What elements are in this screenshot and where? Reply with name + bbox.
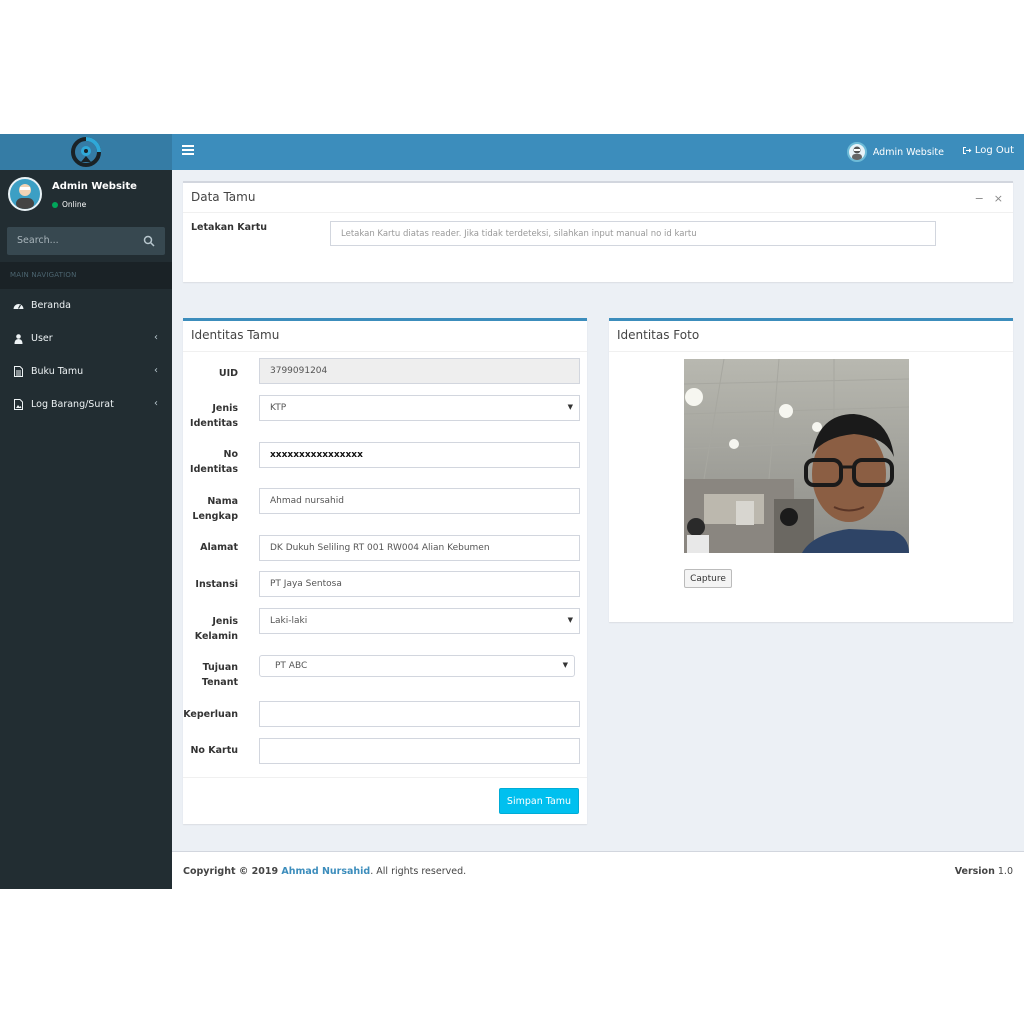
dashboard-icon	[13, 300, 24, 311]
label-line: Nama	[207, 496, 238, 507]
main-content: Data Tamu − × Letakan Kartu Letakan Kart…	[172, 170, 1024, 851]
chevron-left-icon: ‹	[154, 332, 158, 343]
box-tools: − ×	[975, 192, 1003, 205]
card-reader-input[interactable]: Letakan Kartu diatas reader. Jika tidak …	[330, 221, 936, 246]
footer-copyright: Copyright © 2019 Ahmad Nursahid. All rig…	[183, 866, 466, 877]
identitas-foto-title: Identitas Foto	[617, 328, 700, 342]
uid-field[interactable]: 3799091204	[259, 358, 580, 384]
chevron-left-icon: ‹	[154, 398, 158, 409]
sidebar-item-label: User	[31, 333, 53, 344]
jenis-kelamin-label: Jenis Kelamin	[183, 614, 238, 644]
tujuan-tenant-value: PT ABC	[275, 661, 308, 671]
sidebar-item-log-barang-surat[interactable]: Log Barang/Surat ‹	[0, 388, 172, 421]
footer-version: Version 1.0	[955, 866, 1013, 877]
close-icon[interactable]: ×	[994, 192, 1003, 205]
keperluan-label: Keperluan	[183, 709, 238, 720]
card-label: Letakan Kartu	[191, 222, 268, 233]
collapse-icon[interactable]: −	[975, 192, 984, 205]
sidebar-user-panel: Admin Website Online	[0, 170, 172, 220]
capture-button[interactable]: Capture	[684, 569, 732, 588]
label-line: Identitas	[190, 464, 238, 475]
no-kartu-field[interactable]	[259, 738, 580, 764]
sidebar-search-input[interactable]: Search...	[7, 227, 165, 255]
sidebar-item-user[interactable]: User ‹	[0, 322, 172, 355]
keperluan-field[interactable]	[259, 701, 580, 727]
sidebar-item-label: Beranda	[31, 300, 71, 311]
sidebar-user-name: Admin Website	[52, 181, 137, 192]
tujuan-tenant-select[interactable]: PT ABC ▼	[259, 655, 575, 677]
copyright-prefix: Copyright © 2019	[183, 866, 282, 877]
navbar-user-menu[interactable]: Admin Website	[846, 142, 944, 162]
search-icon[interactable]	[143, 235, 155, 247]
label-line: No	[223, 449, 238, 460]
simpan-tamu-button[interactable]: Simpan Tamu	[499, 788, 579, 814]
search-placeholder: Search...	[17, 235, 59, 246]
brand-logo[interactable]	[0, 134, 172, 170]
jenis-kelamin-value: Laki-laki	[270, 616, 308, 626]
label-line: Tenant	[201, 677, 238, 688]
alamat-label: Alamat	[200, 542, 238, 553]
no-identitas-label: No Identitas	[183, 447, 238, 477]
status-label: Online	[62, 200, 87, 209]
rights-text: . All rights reserved.	[370, 866, 467, 877]
file-image-icon	[13, 399, 24, 410]
brand-logo-icon	[71, 137, 101, 167]
webcam-preview	[684, 359, 909, 553]
alamat-field[interactable]: DK Dukuh Seliling RT 001 RW004 Alian Keb…	[259, 535, 580, 561]
data-tamu-title: Data Tamu	[191, 190, 256, 204]
label-line: Jenis	[212, 403, 238, 414]
footer: Copyright © 2019 Ahmad Nursahid. All rig…	[172, 851, 1024, 889]
identitas-foto-box: Identitas Foto Capture	[609, 318, 1013, 622]
sidebar-item-buku-tamu[interactable]: Buku Tamu ‹	[0, 355, 172, 388]
label-line: Tujuan	[202, 662, 238, 673]
instansi-field[interactable]: PT Jaya Sentosa	[259, 571, 580, 597]
file-text-icon	[13, 366, 24, 377]
sidebar-item-label: Buku Tamu	[31, 366, 84, 377]
tujuan-tenant-label: Tujuan Tenant	[183, 660, 238, 690]
sidebar-menu: Beranda User ‹ Buku Tamu ‹ Log Barang/Su…	[0, 289, 172, 421]
top-navbar: Admin Website Log Out	[172, 134, 1024, 170]
data-tamu-box: Data Tamu − × Letakan Kartu Letakan Kart…	[183, 181, 1013, 282]
jenis-identitas-select[interactable]: KTP ▼	[259, 395, 580, 421]
version-number: 1.0	[994, 866, 1013, 877]
sign-out-icon	[962, 147, 972, 154]
navbar-avatar	[846, 142, 867, 162]
identitas-tamu-title: Identitas Tamu	[191, 328, 280, 342]
label-line: Kelamin	[194, 631, 238, 642]
instansi-label: Instansi	[195, 579, 238, 590]
author-link[interactable]: Ahmad Nursahid	[281, 866, 370, 877]
dropdown-caret-icon: ▼	[562, 661, 568, 669]
sidebar-item-label: Log Barang/Surat	[31, 399, 114, 410]
logout-label: Log Out	[974, 145, 1014, 156]
version-label: Version	[954, 866, 995, 877]
dropdown-caret-icon: ▼	[567, 403, 573, 411]
main-navigation-header: MAIN NAVIGATION	[0, 262, 172, 289]
sidebar-item-beranda[interactable]: Beranda	[0, 289, 172, 322]
jenis-identitas-value: KTP	[270, 403, 287, 413]
label-line: Jenis	[212, 616, 238, 627]
app-window: Admin Website Log Out Admin Website Onli…	[0, 134, 1024, 889]
dropdown-caret-icon: ▼	[567, 616, 573, 624]
nama-lengkap-label: Nama Lengkap	[183, 494, 238, 524]
label-line: Lengkap	[192, 511, 238, 522]
logout-link[interactable]: Log Out	[962, 145, 1014, 156]
jenis-kelamin-select[interactable]: Laki-laki ▼	[259, 608, 580, 634]
nama-lengkap-field[interactable]: Ahmad nursahid	[259, 488, 580, 514]
sidebar: Admin Website Online Search... MAIN NAVI…	[0, 170, 172, 889]
navbar-user-name: Admin Website	[872, 146, 944, 158]
status-online: Online	[52, 200, 86, 209]
identitas-tamu-box: Identitas Tamu UID 3799091204 Jenis Iden…	[183, 318, 587, 824]
sidebar-avatar	[8, 177, 42, 211]
menu-toggle-icon[interactable]	[182, 145, 194, 157]
no-kartu-label: No Kartu	[190, 745, 238, 756]
uid-label: UID	[218, 368, 238, 379]
status-dot-icon	[52, 201, 58, 208]
label-line: Identitas	[190, 418, 238, 429]
jenis-identitas-label: Jenis Identitas	[183, 401, 238, 431]
user-icon	[13, 333, 24, 344]
chevron-left-icon: ‹	[154, 365, 158, 376]
no-identitas-field[interactable]: xxxxxxxxxxxxxxxx	[259, 442, 580, 468]
